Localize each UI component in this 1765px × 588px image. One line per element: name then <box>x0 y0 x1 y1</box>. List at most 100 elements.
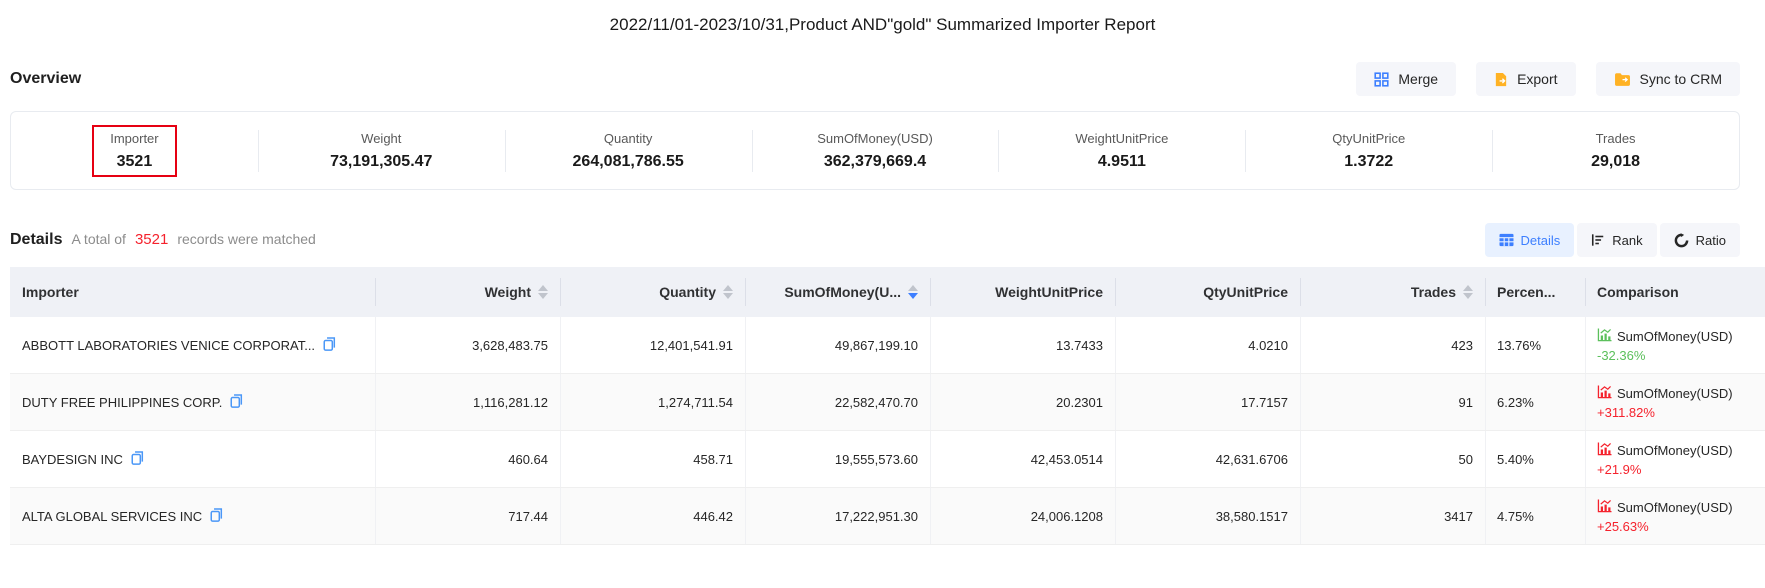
copy-button[interactable] <box>210 508 223 525</box>
trend-up-chart-icon <box>1597 442 1612 459</box>
cell-percent: 13.76% <box>1485 317 1585 373</box>
cell-value: 13.7433 <box>1056 338 1103 353</box>
column-header-label: Importer <box>22 284 79 300</box>
copy-icon <box>210 508 223 525</box>
comparison-cell: SumOfMoney(USD) +21.9% <box>1585 431 1765 487</box>
comparison-metric-label: SumOfMoney(USD) <box>1617 500 1733 515</box>
view-tab-details[interactable]: Details <box>1485 223 1575 257</box>
stat-value: 362,379,669.4 <box>824 153 926 171</box>
importer-name: BAYDESIGN INC <box>22 451 144 468</box>
cell-weight-unit-price: 24,006.1208 <box>930 488 1115 544</box>
stat-label: Importer <box>110 131 158 146</box>
action-button-sync-to-crm[interactable]: Sync to CRM <box>1596 62 1740 96</box>
stat-value: 4.9511 <box>1098 153 1146 171</box>
stat-value: 1.3722 <box>1344 153 1393 171</box>
merge-icon <box>1374 72 1389 87</box>
action-button-label: Sync to CRM <box>1640 71 1722 87</box>
comparison-metric-label: SumOfMoney(USD) <box>1617 443 1733 458</box>
column-header-label: WeightUnitPrice <box>995 284 1103 300</box>
stat-weight: Weight73,191,305.47 <box>258 112 505 189</box>
cell-qty-unit-price: 42,631.6706 <box>1115 431 1300 487</box>
cell-percent: 4.75% <box>1485 488 1585 544</box>
column-header-label: Weight <box>485 284 531 300</box>
cell-value: 19,555,573.60 <box>835 452 918 467</box>
cell-qty-unit-price: 38,580.1517 <box>1115 488 1300 544</box>
importer-name-text: ALTA GLOBAL SERVICES INC <box>22 509 202 524</box>
stat-value: 3521 <box>117 153 153 171</box>
cell-weight-unit-price: 42,453.0514 <box>930 431 1115 487</box>
copy-icon <box>230 394 243 411</box>
column-header-percen-: Percen... <box>1485 267 1585 317</box>
sort-asc-icon <box>908 285 918 291</box>
stat-value: 264,081,786.55 <box>573 153 684 171</box>
stat-label: SumOfMoney(USD) <box>817 131 933 146</box>
importer-cell: ABBOTT LABORATORIES VENICE CORPORAT... <box>10 317 375 373</box>
ratio-circle-icon <box>1674 233 1689 248</box>
copy-button[interactable] <box>323 337 336 354</box>
comparison-metric-label: SumOfMoney(USD) <box>1617 329 1733 344</box>
cell-sum-of-money: 22,582,470.70 <box>745 374 930 430</box>
cell-percent: 6.23% <box>1485 374 1585 430</box>
view-tab-rank[interactable]: Rank <box>1577 223 1656 257</box>
cell-weight-unit-price: 20.2301 <box>930 374 1115 430</box>
sort-carets-icon <box>723 285 733 299</box>
stat-weightunitprice: WeightUnitPrice 4.9511 <box>998 112 1245 189</box>
cell-value: 458.71 <box>693 452 733 467</box>
column-header-qtyunitprice: QtyUnitPrice <box>1115 267 1300 317</box>
column-header-sumofmoney-u-[interactable]: SumOfMoney(U... <box>745 267 930 317</box>
stat-content: Trades29,018 <box>1573 125 1658 177</box>
column-header-quantity[interactable]: Quantity <box>560 267 745 317</box>
column-header-label: Percen... <box>1497 284 1555 300</box>
sort-asc-icon <box>538 285 548 291</box>
stat-importer: Importer 3521 <box>11 112 258 189</box>
copy-button[interactable] <box>230 394 243 411</box>
table-row: BAYDESIGN INC460.64458.7119,555,573.6042… <box>10 431 1765 488</box>
stat-sumofmoney-usd-: SumOfMoney(USD) 362,379,669.4 <box>752 112 999 189</box>
stat-trades: Trades29,018 <box>1492 112 1739 189</box>
summary-suffix: records were matched <box>177 231 316 247</box>
details-bar: Details A total of 3521 records were mat… <box>10 223 1740 257</box>
table-row: ALTA GLOBAL SERVICES INC 717.44 446.42 17,2… <box>10 488 1765 545</box>
cell-value: 717.44 <box>508 509 548 524</box>
export-icon <box>1494 72 1508 87</box>
stat-content: Weight73,191,305.47 <box>312 125 450 177</box>
cell-trades: 423 <box>1300 317 1485 373</box>
table-grid-icon <box>1499 233 1514 247</box>
column-header-weight[interactable]: Weight <box>375 267 560 317</box>
view-tab-ratio[interactable]: Ratio <box>1660 223 1740 257</box>
cell-value: 24,006.1208 <box>1031 509 1103 524</box>
sort-carets-icon <box>908 285 918 299</box>
cell-value: 1,274,711.54 <box>658 395 733 410</box>
table-row: DUTY FREE PHILIPPINES CORP.1,116,281.12 1… <box>10 374 1765 431</box>
action-button-merge[interactable]: Merge <box>1356 62 1456 96</box>
comparison-cell: SumOfMoney(USD)+311.82% <box>1585 374 1765 430</box>
cell-weight: 1,116,281.12 <box>375 374 560 430</box>
table-header-row: Importer Weight QuantitySumOfMoney(U... Wei… <box>10 267 1765 317</box>
comparison-metric-label: SumOfMoney(USD) <box>1617 386 1733 401</box>
cell-quantity: 12,401,541.91 <box>560 317 745 373</box>
cell-value: 17.7157 <box>1241 395 1288 410</box>
copy-button[interactable] <box>131 451 144 468</box>
overview-actions: Merge Export Sync to CRM <box>1356 62 1740 96</box>
cell-value: 17,222,951.30 <box>835 509 918 524</box>
cell-value: 423 <box>1451 338 1473 353</box>
cell-value: 446.42 <box>693 509 733 524</box>
stat-label: Quantity <box>604 131 652 146</box>
view-switch: DetailsRankRatio <box>1485 223 1740 257</box>
column-header-trades[interactable]: Trades <box>1300 267 1485 317</box>
action-button-export[interactable]: Export <box>1476 62 1575 96</box>
cell-value: 42,453.0514 <box>1031 452 1103 467</box>
cell-value: 91 <box>1459 395 1473 410</box>
comparison-change-value: +21.9% <box>1597 462 1641 477</box>
copy-icon <box>323 337 336 354</box>
importer-cell: BAYDESIGN INC <box>10 431 375 487</box>
cell-trades: 3417 <box>1300 488 1485 544</box>
importer-cell: DUTY FREE PHILIPPINES CORP. <box>10 374 375 430</box>
sort-asc-icon <box>1463 285 1473 291</box>
stat-label: Trades <box>1596 131 1636 146</box>
stat-value: 73,191,305.47 <box>330 153 432 171</box>
cell-value: 50 <box>1459 452 1473 467</box>
importer-cell: ALTA GLOBAL SERVICES INC <box>10 488 375 544</box>
column-header-comparison: Comparison <box>1585 267 1765 317</box>
stat-label: WeightUnitPrice <box>1075 131 1168 146</box>
